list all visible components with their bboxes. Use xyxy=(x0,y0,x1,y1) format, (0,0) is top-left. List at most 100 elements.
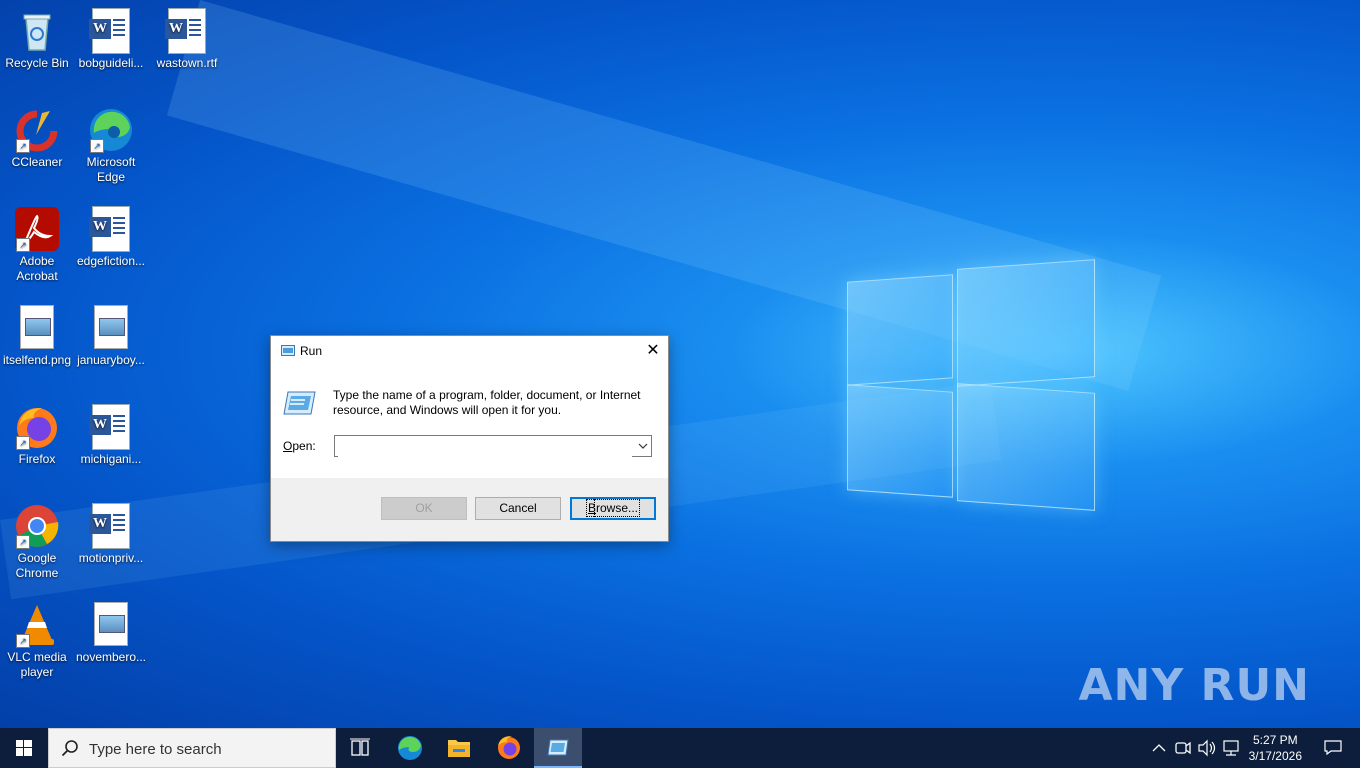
vlc-icon: ↗ xyxy=(14,602,60,648)
desktop-icon-label: VLC media player xyxy=(7,650,67,679)
desktop-icon-recycle-bin[interactable]: Recycle Bin xyxy=(0,2,74,71)
word-document-icon: W xyxy=(88,404,134,450)
network-button[interactable] xyxy=(1220,728,1242,768)
shortcut-arrow-icon: ↗ xyxy=(16,238,30,252)
edge-icon: ↗ xyxy=(88,107,134,153)
run-dialog-title: Run xyxy=(300,344,323,358)
desktop: Recycle Bin W bobguideli... W wastown.rt… xyxy=(0,0,1360,728)
desktop-icon-label: wastown.rtf xyxy=(156,56,218,70)
desktop-icon-label: motionpriv... xyxy=(78,551,144,565)
desktop-icon-adobe-acrobat[interactable]: ↗ Adobe Acrobat xyxy=(0,200,74,284)
acrobat-icon: ↗ xyxy=(14,206,60,252)
chevron-down-icon[interactable] xyxy=(637,440,649,452)
image-file-icon xyxy=(14,305,60,351)
taskbar-clock[interactable]: 5:27 PM 3/17/2026 xyxy=(1249,732,1302,764)
edge-icon xyxy=(398,736,422,760)
windows-logo-wallpaper xyxy=(845,256,1095,512)
desktop-icon-label: novembero... xyxy=(75,650,147,664)
desktop-icon-label: Firefox xyxy=(18,452,56,466)
word-document-icon: W xyxy=(164,8,210,54)
open-combobox[interactable] xyxy=(334,435,652,457)
firefox-icon: ↗ xyxy=(14,404,60,450)
run-dialog-footer: OK Cancel Browse... xyxy=(271,478,668,541)
volume-button[interactable] xyxy=(1196,728,1218,768)
desktop-icon-label: Recycle Bin xyxy=(5,56,69,70)
run-dialog-body: Type the name of a program, folder, docu… xyxy=(271,366,668,478)
desktop-icon-firefox[interactable]: ↗ Firefox xyxy=(0,398,74,467)
shortcut-arrow-icon: ↗ xyxy=(16,139,30,153)
desktop-icon-label: edgefiction... xyxy=(76,254,146,268)
desktop-icon-edgefiction[interactable]: W edgefiction... xyxy=(74,200,148,269)
run-program-icon xyxy=(283,390,317,416)
show-hidden-icons-button[interactable] xyxy=(1148,728,1170,768)
desktop-icon-bobguideli[interactable]: W bobguideli... xyxy=(74,2,148,71)
shortcut-arrow-icon: ↗ xyxy=(16,436,30,450)
word-document-icon: W xyxy=(88,503,134,549)
desktop-icon-google-chrome[interactable]: ↗ Google Chrome xyxy=(0,497,74,581)
word-document-icon: W xyxy=(88,206,134,252)
desktop-icon-label: CCleaner xyxy=(11,155,63,169)
speaker-icon xyxy=(1198,739,1216,757)
taskbar-file-explorer[interactable] xyxy=(435,728,483,768)
desktop-icon-label: Google Chrome xyxy=(15,551,59,580)
desktop-icon-motionpriv[interactable]: W motionpriv... xyxy=(74,497,148,566)
taskbar-search-box[interactable]: Type here to search xyxy=(48,728,336,768)
browse-button-label: Browse... xyxy=(585,499,641,517)
recycle-bin-icon xyxy=(14,8,60,54)
open-input[interactable] xyxy=(338,437,632,457)
close-icon[interactable]: ✕ xyxy=(638,336,668,366)
action-center-button[interactable] xyxy=(1324,740,1342,756)
browse-button[interactable]: Browse... xyxy=(570,497,656,520)
browse-text: rowse... xyxy=(593,499,641,517)
shortcut-arrow-icon: ↗ xyxy=(16,634,30,648)
run-dialog: Run ✕ Type the name of a program, folder… xyxy=(270,335,669,542)
desktop-icon-januaryboy[interactable]: januaryboy... xyxy=(74,299,148,368)
desktop-icon-label: Adobe Acrobat xyxy=(16,254,58,283)
camera-icon xyxy=(1175,741,1191,755)
task-view-button[interactable] xyxy=(336,728,384,768)
search-placeholder: Type here to search xyxy=(89,741,222,758)
desktop-icon-microsoft-edge[interactable]: ↗ Microsoft Edge xyxy=(74,101,148,185)
anyrun-watermark: ANY RUN xyxy=(1078,660,1310,711)
desktop-icon-michigani[interactable]: W michigani... xyxy=(74,398,148,467)
desktop-icon-label: januaryboy... xyxy=(77,353,145,367)
start-button[interactable] xyxy=(0,728,48,768)
taskbar-run[interactable] xyxy=(534,728,582,768)
word-document-icon: W xyxy=(88,8,134,54)
desktop-icon-itselfend[interactable]: itselfend.png xyxy=(0,299,74,368)
run-dialog-titlebar[interactable]: Run ✕ xyxy=(271,336,668,366)
clock-time: 5:27 PM xyxy=(1252,733,1298,747)
open-label: Open: xyxy=(283,439,316,453)
taskbar-firefox[interactable] xyxy=(485,728,533,768)
shortcut-arrow-icon: ↗ xyxy=(90,139,104,153)
meet-now-button[interactable] xyxy=(1172,728,1194,768)
desktop-icon-label: itselfend.png xyxy=(2,353,72,367)
desktop-icon-wastown[interactable]: W wastown.rtf xyxy=(150,2,224,71)
desktop-icon-novembero[interactable]: novembero... xyxy=(74,596,148,665)
open-label-mnemonic: O xyxy=(283,439,293,453)
desktop-icon-vlc[interactable]: ↗ VLC media player xyxy=(0,596,74,680)
cancel-button[interactable]: Cancel xyxy=(475,497,561,520)
desktop-icon-label: michigani... xyxy=(80,452,142,466)
open-label-text: pen: xyxy=(292,439,316,453)
folder-icon xyxy=(448,740,470,757)
ok-button[interactable]: OK xyxy=(381,497,467,520)
desktop-icon-label: Microsoft Edge xyxy=(86,155,136,184)
taskbar-edge[interactable] xyxy=(386,728,434,768)
search-icon xyxy=(61,739,79,757)
desktop-icon-ccleaner[interactable]: ↗ CCleaner xyxy=(0,101,74,170)
windows-icon xyxy=(16,740,32,756)
desktop-icon-label: bobguideli... xyxy=(78,56,144,70)
shortcut-arrow-icon: ↗ xyxy=(16,535,30,549)
firefox-icon xyxy=(498,736,520,759)
network-icon xyxy=(1223,740,1239,756)
notification-icon xyxy=(1324,740,1342,756)
clock-date: 3/17/2026 xyxy=(1248,749,1302,763)
browse-mnemonic: B xyxy=(587,501,596,515)
task-view-icon xyxy=(350,738,370,756)
chrome-icon: ↗ xyxy=(14,503,60,549)
ccleaner-icon: ↗ xyxy=(14,107,60,153)
run-title-icon xyxy=(281,345,295,356)
image-file-icon xyxy=(88,602,134,648)
run-description: Type the name of a program, folder, docu… xyxy=(333,388,641,417)
